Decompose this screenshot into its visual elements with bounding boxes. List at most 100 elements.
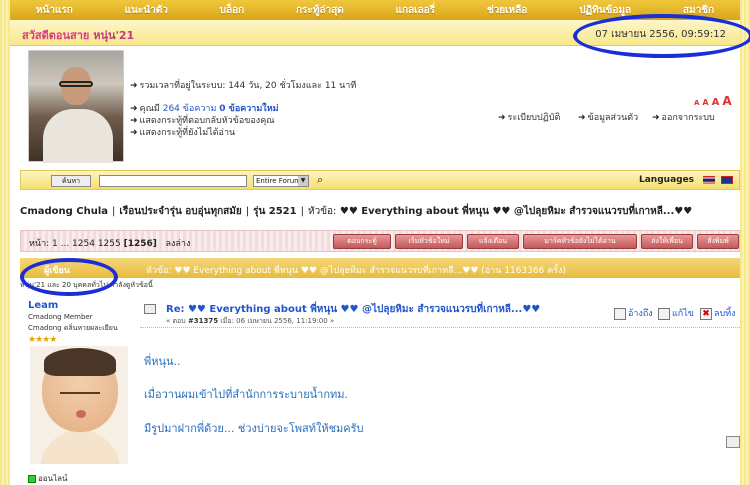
post-date: เมื่อ: 06 เมษายน 2556, 11:19:00 » — [220, 317, 335, 325]
post-line-3: มีรูปมาฝากพี่ด้วย... ช่วงบ่ายจะโพสท์ให้ช… — [144, 422, 364, 435]
delete-button[interactable]: ✖ ลบทิ้ง — [700, 306, 736, 320]
quote-icon — [614, 307, 626, 320]
delete-icon: ✖ — [700, 307, 712, 320]
nav-home[interactable]: หน้าแรก — [36, 3, 73, 18]
avatar-mouth — [76, 410, 86, 418]
breadcrumb-board[interactable]: เรือนประจำรุ่น อบอุ่นทุกสมัย — [119, 206, 241, 217]
online-icon — [28, 474, 36, 483]
languages-label: Languages — [639, 175, 695, 185]
post-author-rank: Cmadong Member — [28, 313, 93, 321]
page-content: หน้าแรก แนะนำตัว บล็อก กระทู้ล่าสุด แกลเ… — [10, 0, 750, 485]
unread-link[interactable]: แสดงกระทู้ที่ยังไม่ได้อ่าน — [140, 128, 236, 138]
post-header: Re: ♥♥ Everything about พี่หนุน ♥♥ @ไปลุ… — [140, 300, 740, 328]
send-to-friend-button[interactable]: ส่งให้เพื่อน — [641, 234, 693, 249]
unread-line[interactable]: ➜ แสดงกระทู้ที่ยังไม่ได้อ่าน — [130, 125, 235, 139]
font-size-medium[interactable]: A — [712, 97, 720, 108]
post-number[interactable]: #31375 — [188, 317, 218, 325]
font-size-large[interactable]: A — [722, 94, 731, 108]
reply-button[interactable]: ตอบกระทู้ — [333, 234, 391, 249]
user-avatar[interactable] — [28, 50, 124, 163]
font-size-small[interactable]: A — [702, 98, 708, 107]
post-title[interactable]: Re: ♥♥ Everything about พี่หนุน ♥♥ @ไปลุ… — [166, 302, 540, 317]
avatar-hair — [44, 348, 116, 376]
online-status: ออนไลน์ — [28, 472, 67, 485]
post-line-1: พี่หนุน.. — [144, 355, 181, 368]
report-icon[interactable] — [726, 436, 740, 448]
mark-unread-button[interactable]: มาร์คหัวข้อยังไม่ได้อ่าน — [523, 234, 637, 249]
arrow-icon: ➜ — [130, 128, 138, 138]
arrow-icon: ➜ — [578, 113, 586, 123]
post-author: Leam Cmadong Member Cmadong ดลิ่นหายผละเ… — [28, 300, 118, 345]
edit-icon — [658, 307, 670, 320]
post-author-avatar — [30, 346, 128, 464]
online-label: ออนไลน์ — [38, 474, 68, 483]
online-time: รวมเวลาที่อยู่ในระบบ: 144 วัน, 20 ชั่วโม… — [139, 81, 357, 91]
breadcrumb-separator: | — [245, 206, 250, 217]
delete-label: ลบทิ้ง — [714, 309, 736, 319]
breadcrumb-separator: | — [112, 206, 116, 217]
nav-blog[interactable]: บล็อก — [220, 3, 245, 18]
pagination: หน้า: 1 ... 1254 1255 [1256] ลงล่าง — [29, 236, 190, 250]
post-meta: « ตอบ #31375 เมื่อ: 06 เมษายน 2556, 11:1… — [166, 316, 334, 327]
greeting: สวัสดีตอนสาย หนุ่น'21 — [22, 26, 134, 44]
chevron-down-icon: ▼ — [298, 176, 308, 186]
avatar-body — [40, 430, 120, 464]
online-time-line: ➜ รวมเวลาที่อยู่ในระบบ: 144 วัน, 20 ชั่วโ… — [130, 78, 356, 92]
rules-line[interactable]: ➜ ระเบียบปฏิบัติ — [498, 110, 560, 124]
uk-flag-icon[interactable] — [721, 176, 733, 184]
search-scope-select[interactable]: Entire Forum ▼ — [253, 175, 309, 187]
post-meta-prefix: « ตอบ — [166, 317, 186, 325]
search-input[interactable] — [99, 175, 247, 187]
profile-link[interactable]: ข้อมูลส่วนตัว — [588, 113, 639, 123]
breadcrumb-topic-prefix: หัวข้อ: — [307, 206, 337, 217]
edit-button[interactable]: แก้ไข — [658, 306, 694, 320]
font-size-smallest[interactable]: A — [694, 99, 699, 107]
topic-header: ผู้เขียน หัวข้อ: ♥♥ Everything about พี่… — [20, 258, 740, 278]
breadcrumb-topic[interactable]: ♥♥ Everything about พี่หนุน ♥♥ @ไปลุยหิม… — [340, 206, 692, 217]
edit-label: แก้ไข — [672, 309, 694, 319]
print-button[interactable]: สั่งพิมพ์ — [697, 234, 739, 249]
post-line-2: เมื่อวานผมเข้าไปที่สำนักการระบายน้ำกทม. — [144, 388, 348, 401]
magnifier-icon[interactable]: ⌕ — [317, 173, 323, 187]
search-button[interactable]: ค้นหา — [51, 175, 91, 187]
post-author-name[interactable]: Leam — [28, 300, 118, 311]
current-page: [1256] — [123, 239, 157, 249]
thai-flag-icon[interactable] — [703, 176, 715, 184]
arrow-icon: ➜ — [652, 113, 660, 123]
topic-title: หัวข้อ: ♥♥ Everything about พี่หนุน ♥♥ @… — [146, 266, 566, 276]
highlight-oval — [573, 14, 750, 58]
logout-line[interactable]: ➜ ออกจากระบบ — [652, 110, 715, 124]
breadcrumb-year[interactable]: รุ่น 2521 — [253, 206, 297, 217]
quote-label: อ้างถึง — [628, 309, 653, 319]
rules-link[interactable]: ระเบียบปฏิบัติ — [508, 113, 561, 123]
nav-help[interactable]: ช่วยเหลือ — [487, 3, 527, 18]
notify-button[interactable]: แจ้งเตือน — [467, 234, 519, 249]
rank-stars-icon: ★★★★ — [28, 335, 57, 345]
post-author-title: Cmadong ดลิ่นหายผละเยียน — [28, 324, 118, 332]
nav-recent[interactable]: กระทู้ล่าสุด — [296, 3, 344, 18]
post-icon — [144, 304, 156, 314]
avatar-glasses — [59, 81, 93, 87]
greeting-user: หนุ่น'21 — [93, 29, 135, 42]
highlight-oval — [20, 258, 118, 296]
breadcrumb-separator: | — [300, 206, 304, 217]
breadcrumb: Cmadong Chula | เรือนประจำรุ่น อบอุ่นทุกสม… — [20, 204, 692, 219]
nav-gallery[interactable]: แกลเลอรี่ — [396, 3, 436, 18]
new-topic-button[interactable]: เริ่มหัวข้อใหม่ — [395, 234, 463, 249]
greeting-label: สวัสดีตอนสาย — [22, 29, 90, 42]
font-size-controls: AAAA — [694, 94, 735, 108]
search-bar: ค้นหา Entire Forum ▼ ⌕ Languages — [20, 170, 740, 190]
quote-button[interactable]: อ้างถึง — [614, 306, 653, 320]
profile-line[interactable]: ➜ ข้อมูลส่วนตัว — [578, 110, 638, 124]
page-links[interactable]: หน้า: 1 ... 1254 1255 — [29, 239, 121, 249]
nav-introduce[interactable]: แนะนำตัว — [125, 3, 168, 18]
arrow-icon: ➜ — [498, 113, 506, 123]
avatar-eyes — [60, 392, 100, 394]
arrow-icon: ➜ — [130, 81, 138, 91]
pagination-bar: หน้า: 1 ... 1254 1255 [1256] ลงล่าง ตอบก… — [20, 230, 740, 252]
avatar-body — [43, 109, 113, 163]
logout-link[interactable]: ออกจากระบบ — [662, 113, 715, 123]
search-scope-value: Entire Forum — [256, 177, 301, 185]
go-down-link[interactable]: ลงล่าง — [165, 239, 190, 249]
breadcrumb-forum[interactable]: Cmadong Chula — [20, 206, 108, 217]
